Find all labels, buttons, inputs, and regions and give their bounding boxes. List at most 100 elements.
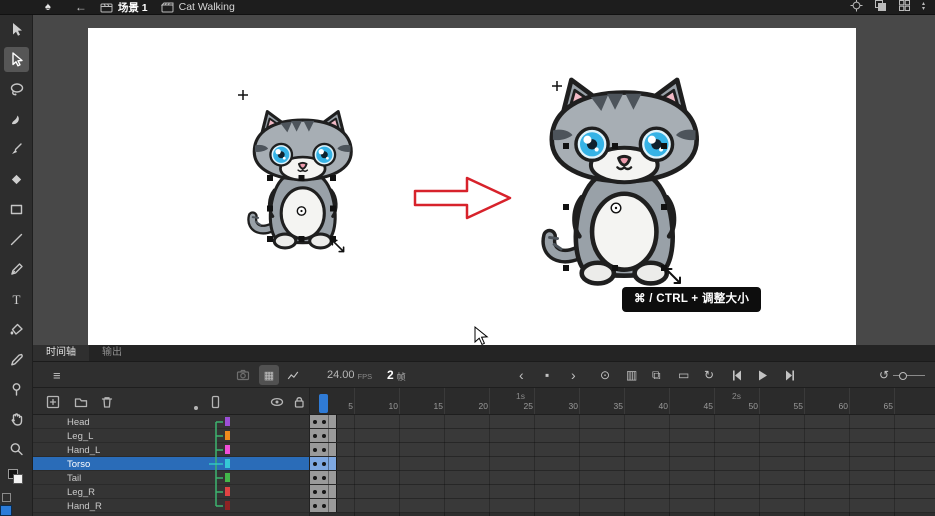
eyedropper-tool[interactable]	[4, 347, 29, 372]
keyframe-dot[interactable]	[321, 489, 326, 494]
keyframe-dot[interactable]	[312, 503, 317, 508]
keyframe-dot[interactable]	[312, 489, 317, 494]
step-back-button[interactable]	[731, 362, 744, 388]
keyframe-dot[interactable]	[321, 419, 326, 424]
subselection-tool[interactable]	[3, 47, 29, 72]
show-hide-all-layers-icon[interactable]	[269, 394, 285, 415]
onion-skin-outline-icon[interactable]: ▥	[626, 362, 637, 388]
layer-row-head[interactable]: Head	[33, 415, 309, 429]
frame-row[interactable]	[310, 415, 935, 429]
frame-row[interactable]	[310, 499, 935, 513]
grid-icon[interactable]	[898, 0, 911, 15]
new-folder-button[interactable]	[73, 394, 89, 415]
layer-color-swatch[interactable]	[225, 487, 230, 496]
active-fill-color-swatch[interactable]	[0, 505, 12, 516]
layer-row-torso[interactable]: Torso	[33, 457, 309, 471]
layer-color-swatch[interactable]	[225, 473, 230, 482]
zoom-tool[interactable]	[4, 437, 29, 462]
add-layer-button[interactable]	[45, 394, 61, 415]
reset-timeline-zoom-icon[interactable]: ↺	[879, 362, 889, 388]
layer-color-swatch[interactable]	[225, 417, 230, 426]
selection-tool[interactable]	[4, 17, 29, 42]
keyframe-dot[interactable]	[312, 419, 317, 424]
layers-panel-icon[interactable]: ≡	[53, 362, 61, 388]
keyframe-span[interactable]	[310, 499, 337, 512]
keyframe-span[interactable]	[310, 471, 337, 484]
keyframe-dot[interactable]	[321, 447, 326, 452]
layer-row-leg-r[interactable]: Leg_R	[33, 485, 309, 499]
layer-color-swatch[interactable]	[225, 501, 230, 510]
lasso-tool[interactable]	[4, 77, 29, 102]
frames-view-toggle[interactable]: ▦	[259, 365, 279, 385]
fluid-brush-tool[interactable]	[4, 107, 29, 132]
keyframe-dot[interactable]	[321, 475, 326, 480]
keyframe-dot[interactable]	[321, 461, 326, 466]
onion-skin-icon[interactable]: ⊙	[600, 362, 610, 388]
hand-tool[interactable]	[4, 407, 29, 432]
rectangle-tool[interactable]	[4, 197, 29, 222]
layer-row-leg-l[interactable]: Leg_L	[33, 429, 309, 443]
edit-multiple-frames-icon[interactable]: ⧉	[652, 362, 661, 388]
play-button[interactable]	[757, 362, 768, 388]
frame-row[interactable]	[310, 471, 935, 485]
panel-corner-icon[interactable]	[2, 493, 11, 502]
frame-row[interactable]	[310, 443, 935, 457]
tab-timeline[interactable]: 时间轴	[33, 345, 89, 361]
keyframe-dot[interactable]	[321, 503, 326, 508]
layer-color-swatch[interactable]	[225, 459, 230, 468]
keyframe-span[interactable]	[310, 415, 337, 428]
back-button[interactable]: ←	[75, 0, 87, 15]
breadcrumb-scene[interactable]: 场景 1	[118, 0, 148, 15]
center-stage-icon[interactable]	[850, 0, 863, 15]
line-tool[interactable]	[4, 227, 29, 252]
keyframe-span[interactable]	[310, 429, 337, 442]
previous-keyframe-icon[interactable]: ‹	[519, 362, 524, 388]
timeline-zoom-slider[interactable]	[893, 375, 925, 376]
layer-color-swatch[interactable]	[225, 431, 230, 440]
step-forward-button[interactable]	[783, 362, 796, 388]
delete-layer-button[interactable]	[99, 394, 115, 415]
keyframe-span[interactable]	[310, 485, 337, 498]
zoom-spinner[interactable]: ▴ ▾	[922, 1, 925, 12]
fps-value[interactable]: 24.00	[327, 369, 355, 381]
frames-grid[interactable]	[310, 415, 935, 516]
camera-icon[interactable]	[235, 362, 251, 388]
next-keyframe-icon[interactable]: ›	[571, 362, 576, 388]
lock-all-layers-icon[interactable]	[291, 394, 307, 415]
keyframe-span[interactable]	[310, 457, 337, 470]
text-tool[interactable]: T	[4, 287, 29, 312]
paint-bucket-tool[interactable]	[4, 317, 29, 342]
keyframe-dot[interactable]	[312, 447, 317, 452]
classic-brush-tool[interactable]	[4, 137, 29, 162]
layer-row-hand-r[interactable]: Hand_R	[33, 499, 309, 513]
layer-depth-icon[interactable]	[207, 394, 223, 415]
keyframe-dot[interactable]	[312, 433, 317, 438]
keyframe-span[interactable]	[310, 443, 337, 456]
fill-color-swatch[interactable]	[13, 474, 23, 484]
frame-row[interactable]	[310, 457, 935, 471]
keyframe-dot[interactable]	[312, 475, 317, 480]
frame-row[interactable]	[310, 485, 935, 499]
chevron-down-icon[interactable]: ▾	[922, 6, 925, 12]
layer-row-hand-l[interactable]: Hand_L	[33, 443, 309, 457]
shading-icon[interactable]	[874, 0, 887, 15]
tab-output[interactable]: 输出	[89, 345, 135, 361]
breadcrumb-symbol[interactable]: Cat Walking	[179, 1, 235, 13]
timeline-zoom-knob[interactable]	[899, 371, 907, 380]
timeline-ruler[interactable]: 5 10 15 20 25 30 35 40 45 50 55 60 65 1s 2s	[310, 388, 935, 415]
layer-color-swatch[interactable]	[225, 445, 230, 454]
marker-range-icon[interactable]: ▭	[678, 362, 689, 388]
playhead[interactable]	[319, 394, 328, 413]
layer-row-tail[interactable]: Tail	[33, 471, 309, 485]
stroke-fill-swatches[interactable]	[8, 469, 24, 485]
insert-keyframe-icon[interactable]: ▪	[545, 362, 549, 388]
current-frame-value[interactable]: 2	[387, 368, 394, 382]
stage-canvas[interactable]	[33, 15, 935, 345]
keyframe-dot[interactable]	[321, 433, 326, 438]
graph-view-toggle[interactable]	[283, 365, 303, 385]
keyframe-dot[interactable]	[312, 461, 317, 466]
asset-warp-tool[interactable]	[4, 377, 29, 402]
frame-row[interactable]	[310, 429, 935, 443]
loop-icon[interactable]: ↻	[704, 362, 714, 388]
pen-tool[interactable]	[4, 257, 29, 282]
